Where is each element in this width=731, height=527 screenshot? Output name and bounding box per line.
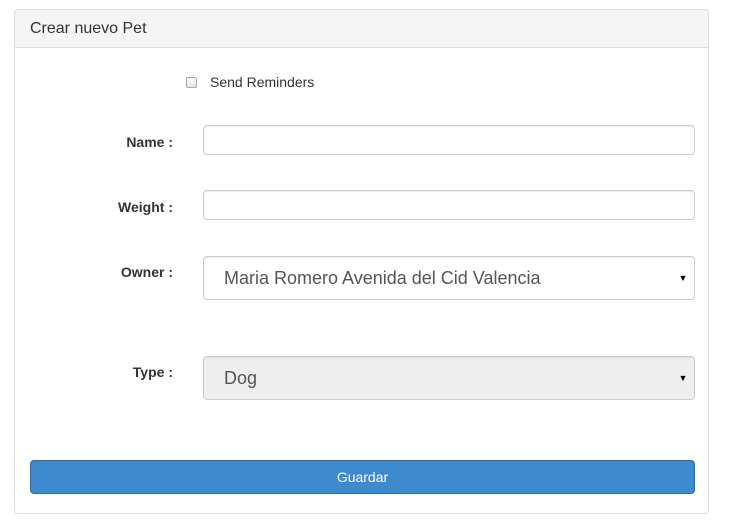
- owner-select[interactable]: Maria Romero Avenida del Cid Valencia ▼: [203, 256, 695, 300]
- send-reminders-label[interactable]: Send Reminders: [210, 74, 314, 90]
- type-select[interactable]: Dog ▼: [203, 356, 695, 400]
- weight-label: Weight :: [118, 199, 173, 215]
- send-reminders-checkbox[interactable]: [186, 76, 197, 88]
- name-input[interactable]: [203, 125, 695, 155]
- owner-label: Owner :: [120, 264, 173, 280]
- name-label: Name :: [126, 134, 173, 150]
- chevron-down-icon: ▼: [678, 373, 688, 383]
- chevron-down-icon: ▼: [678, 273, 688, 283]
- type-select-value: Dog: [224, 367, 258, 388]
- panel-title: Crear nuevo Pet: [15, 10, 708, 48]
- owner-select-value: Maria Romero Avenida del Cid Valencia: [224, 267, 541, 288]
- create-pet-panel: Crear nuevo Pet Send Reminders Name : We…: [14, 9, 709, 514]
- weight-input[interactable]: [203, 190, 695, 220]
- save-button[interactable]: Guardar: [30, 460, 695, 494]
- send-reminders-row: Send Reminders: [186, 72, 314, 92]
- type-label: Type :: [132, 364, 173, 380]
